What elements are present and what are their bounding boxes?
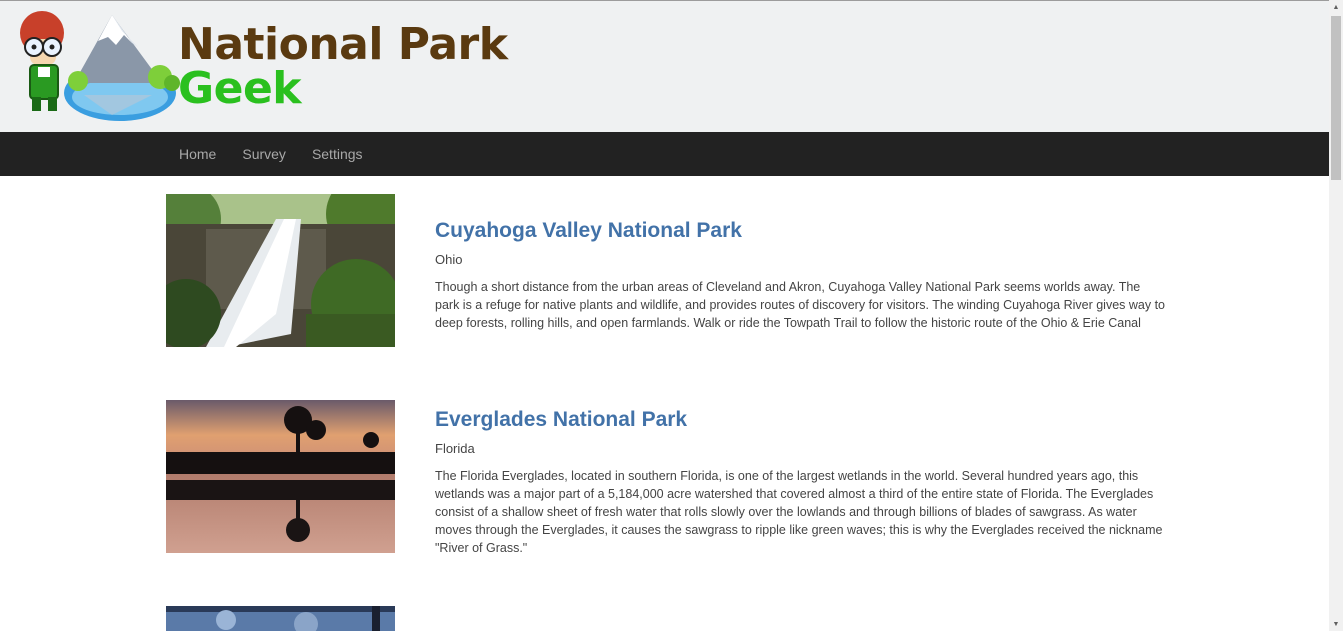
scroll-down-arrow-icon[interactable]: ▼: [1329, 617, 1343, 631]
nav-home-link[interactable]: Home: [166, 132, 229, 176]
park-image-everglades[interactable]: [166, 400, 395, 553]
park-image-cuyahoga[interactable]: [166, 194, 395, 347]
site-title-line2: Geek: [178, 63, 302, 114]
page: National Park Geek Home Survey Settings: [0, 0, 1343, 631]
navbar: Home Survey Settings: [0, 132, 1329, 176]
park-body: Everglades National Park Florida The Flo…: [435, 400, 1165, 557]
vertical-scrollbar[interactable]: ▲ ▼: [1329, 0, 1343, 631]
site-title[interactable]: National Park Geek: [178, 23, 508, 111]
park-image-third[interactable]: [166, 606, 395, 631]
site-title-line1: National Park: [178, 19, 508, 70]
park-name-link[interactable]: Cuyahoga Valley National Park: [435, 218, 1165, 244]
park-name-link[interactable]: Everglades National Park: [435, 407, 1165, 433]
park-state: Florida: [435, 441, 475, 456]
nav-survey-link[interactable]: Survey: [229, 132, 299, 176]
nav-settings-link[interactable]: Settings: [299, 132, 376, 176]
park-description: The Florida Everglades, located in south…: [435, 469, 1163, 555]
scroll-up-arrow-icon[interactable]: ▲: [1329, 0, 1343, 14]
park-state: Ohio: [435, 252, 463, 267]
park-body: Cuyahoga Valley National Park Ohio Thoug…: [435, 194, 1165, 332]
nav-links: Home Survey Settings: [166, 132, 376, 176]
park-description: Though a short distance from the urban a…: [435, 280, 1165, 330]
scrollbar-thumb[interactable]: [1331, 16, 1341, 180]
site-header: National Park Geek: [0, 1, 1329, 132]
site-logo[interactable]: [12, 11, 182, 123]
